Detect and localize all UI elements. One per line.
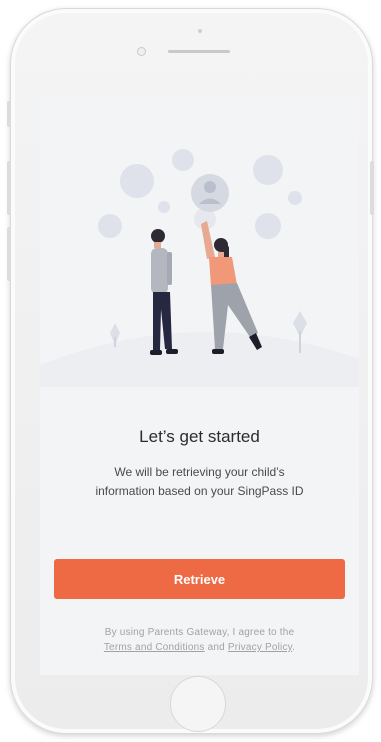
- onboarding-illustration: [40, 149, 359, 387]
- proximity-sensor: [198, 29, 202, 33]
- bubble: [120, 164, 154, 198]
- bubble: [255, 213, 281, 239]
- bubble: [172, 149, 194, 171]
- home-button-icon[interactable]: [170, 676, 226, 732]
- page-title: Let’s get started: [139, 427, 260, 446]
- terms-prefix: By using Parents Gateway, I agree to the: [104, 627, 295, 638]
- privacy-policy-link[interactable]: Privacy Policy: [228, 642, 292, 653]
- description-line-2: information based on your SingPass ID: [95, 484, 304, 498]
- description-line-1: We will be retrieving your child’s: [114, 465, 285, 479]
- terms-suffix: .: [292, 642, 296, 653]
- terms-notice: By using Parents Gateway, I agree to the…: [50, 625, 349, 655]
- bubble: [253, 155, 283, 185]
- volume-up-button: [7, 161, 11, 215]
- app-screen: Let’s get started We will be retrieving …: [40, 97, 359, 675]
- description-text: We will be retrieving your child’s infor…: [60, 463, 339, 501]
- power-button: [370, 161, 374, 215]
- terms-and-text: and: [207, 642, 225, 653]
- bubble: [158, 201, 170, 213]
- volume-down-button: [7, 227, 11, 281]
- mute-switch: [7, 101, 11, 127]
- retrieve-button[interactable]: Retrieve: [54, 559, 345, 599]
- bubble: [98, 214, 122, 238]
- earpiece-speaker-icon: [168, 50, 230, 53]
- front-camera-icon: [137, 47, 146, 56]
- ground-hill: [40, 331, 359, 387]
- bubble: [288, 191, 302, 205]
- terms-and-conditions-link[interactable]: Terms and Conditions: [104, 642, 205, 653]
